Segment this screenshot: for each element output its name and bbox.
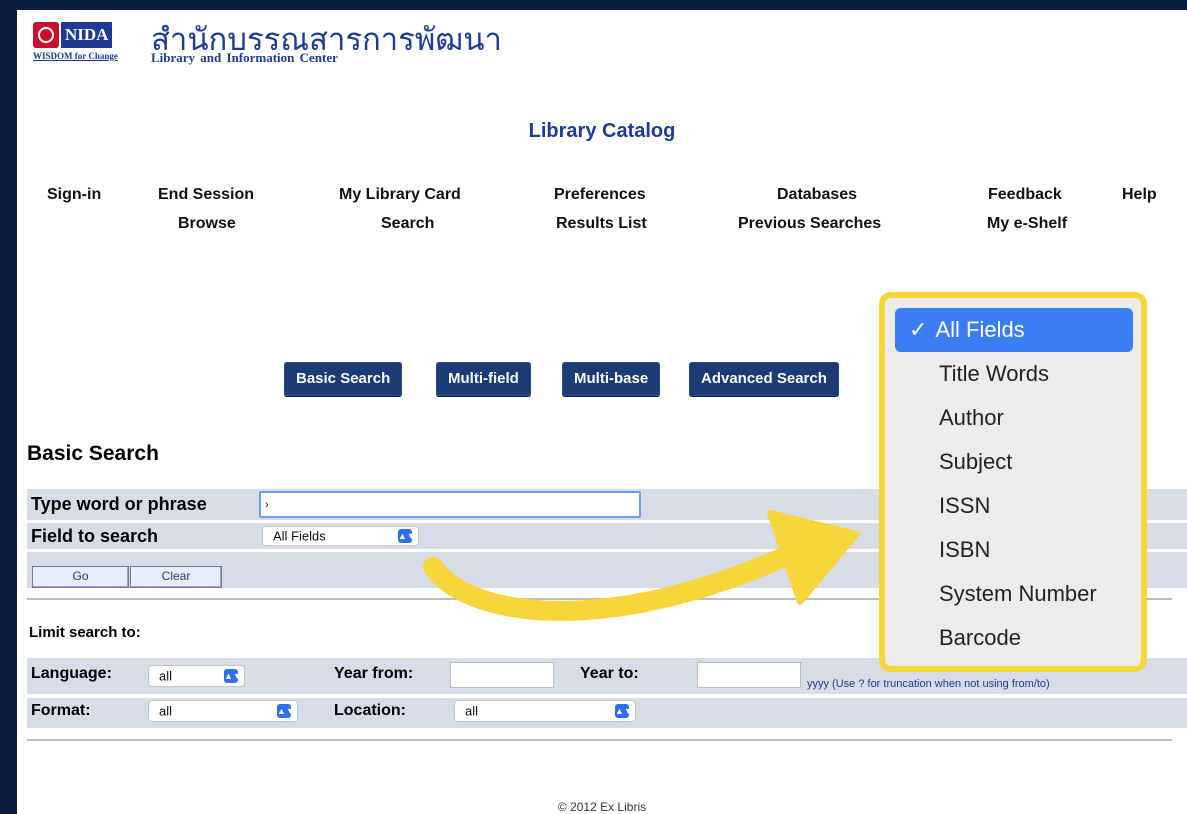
nav-end-session[interactable]: End Session — [158, 186, 254, 204]
nav-sign-in[interactable]: Sign-in — [47, 186, 101, 204]
option-isbn[interactable]: ISBN — [895, 528, 1133, 572]
tab-multi-base[interactable]: Multi-base — [562, 362, 661, 396]
nav-my-e-shelf[interactable]: My e-Shelf — [987, 215, 1067, 233]
nav-help[interactable]: Help — [1122, 186, 1157, 204]
page-title: Library Catalog — [528, 120, 676, 142]
year-from-label: Year from: — [334, 665, 414, 682]
option-issn[interactable]: ISSN — [895, 484, 1133, 528]
language-select[interactable]: all ▲▼ — [148, 665, 245, 687]
format-label: Format: — [31, 702, 91, 719]
nav-results-list[interactable]: Results List — [556, 215, 647, 233]
year-from-input[interactable] — [450, 662, 554, 688]
select-chevron-icon: ▲▼ — [277, 704, 295, 718]
nav-browse[interactable]: Browse — [178, 215, 236, 233]
language-select-value: all — [159, 668, 173, 684]
tab-multi-field[interactable]: Multi-field — [436, 362, 531, 396]
nav-preferences[interactable]: Preferences — [554, 186, 646, 204]
option-all-fields[interactable]: ✓ All Fields — [895, 308, 1133, 352]
location-label: Location: — [334, 702, 406, 719]
year-to-label: Year to: — [580, 665, 639, 682]
word-label: Type word or phrase — [31, 494, 207, 514]
footer-copyright: © 2012 Ex Libris — [557, 800, 647, 814]
limit-heading: Limit search to: — [29, 624, 141, 641]
language-label: Language: — [31, 665, 112, 682]
go-button[interactable]: Go — [32, 566, 129, 588]
nida-logo-text: NIDA — [61, 22, 113, 48]
field-dropdown-menu: ✓ All Fields Title Words Author Subject I… — [879, 292, 1147, 672]
year-to-input[interactable] — [697, 662, 801, 688]
format-select[interactable]: all ▲▼ — [148, 700, 298, 722]
nav-feedback[interactable]: Feedback — [988, 186, 1062, 204]
location-select[interactable]: all ▲▼ — [454, 700, 636, 722]
nav-search[interactable]: Search — [381, 215, 434, 233]
location-select-value: all — [465, 703, 479, 719]
tab-basic-search[interactable]: Basic Search — [284, 362, 403, 396]
clear-button[interactable]: Clear — [130, 566, 222, 588]
select-chevron-icon: ▲▼ — [224, 669, 242, 683]
option-subject[interactable]: Subject — [895, 440, 1133, 484]
logo-tagline: WISDOM for Change — [33, 51, 118, 61]
option-title-words[interactable]: Title Words — [895, 352, 1133, 396]
nida-seal-icon — [33, 22, 59, 48]
nav-my-library-card[interactable]: My Library Card — [339, 186, 461, 204]
basic-search-heading: Basic Search — [27, 442, 159, 465]
search-input[interactable] — [259, 491, 641, 518]
field-select[interactable]: All Fields ▲▼ — [262, 526, 419, 546]
select-chevron-icon: ▲▼ — [615, 704, 633, 718]
select-chevron-icon: ▲▼ — [398, 529, 416, 543]
option-barcode[interactable]: Barcode — [895, 616, 1133, 660]
divider — [27, 739, 1172, 741]
nav-previous-searches[interactable]: Previous Searches — [738, 215, 881, 233]
nav-databases[interactable]: Databases — [777, 186, 857, 204]
option-author[interactable]: Author — [895, 396, 1133, 440]
tab-advanced-search[interactable]: Advanced Search — [689, 362, 839, 396]
english-title: Library and Information Center — [151, 50, 338, 65]
field-select-value: All Fields — [273, 528, 326, 544]
field-label: Field to search — [31, 526, 159, 546]
option-system-number[interactable]: System Number — [895, 572, 1133, 616]
year-hint: yyyy (Use ? for truncation when not usin… — [807, 678, 1050, 690]
checkmark-icon: ✓ — [909, 317, 928, 342]
format-select-value: all — [159, 703, 173, 719]
